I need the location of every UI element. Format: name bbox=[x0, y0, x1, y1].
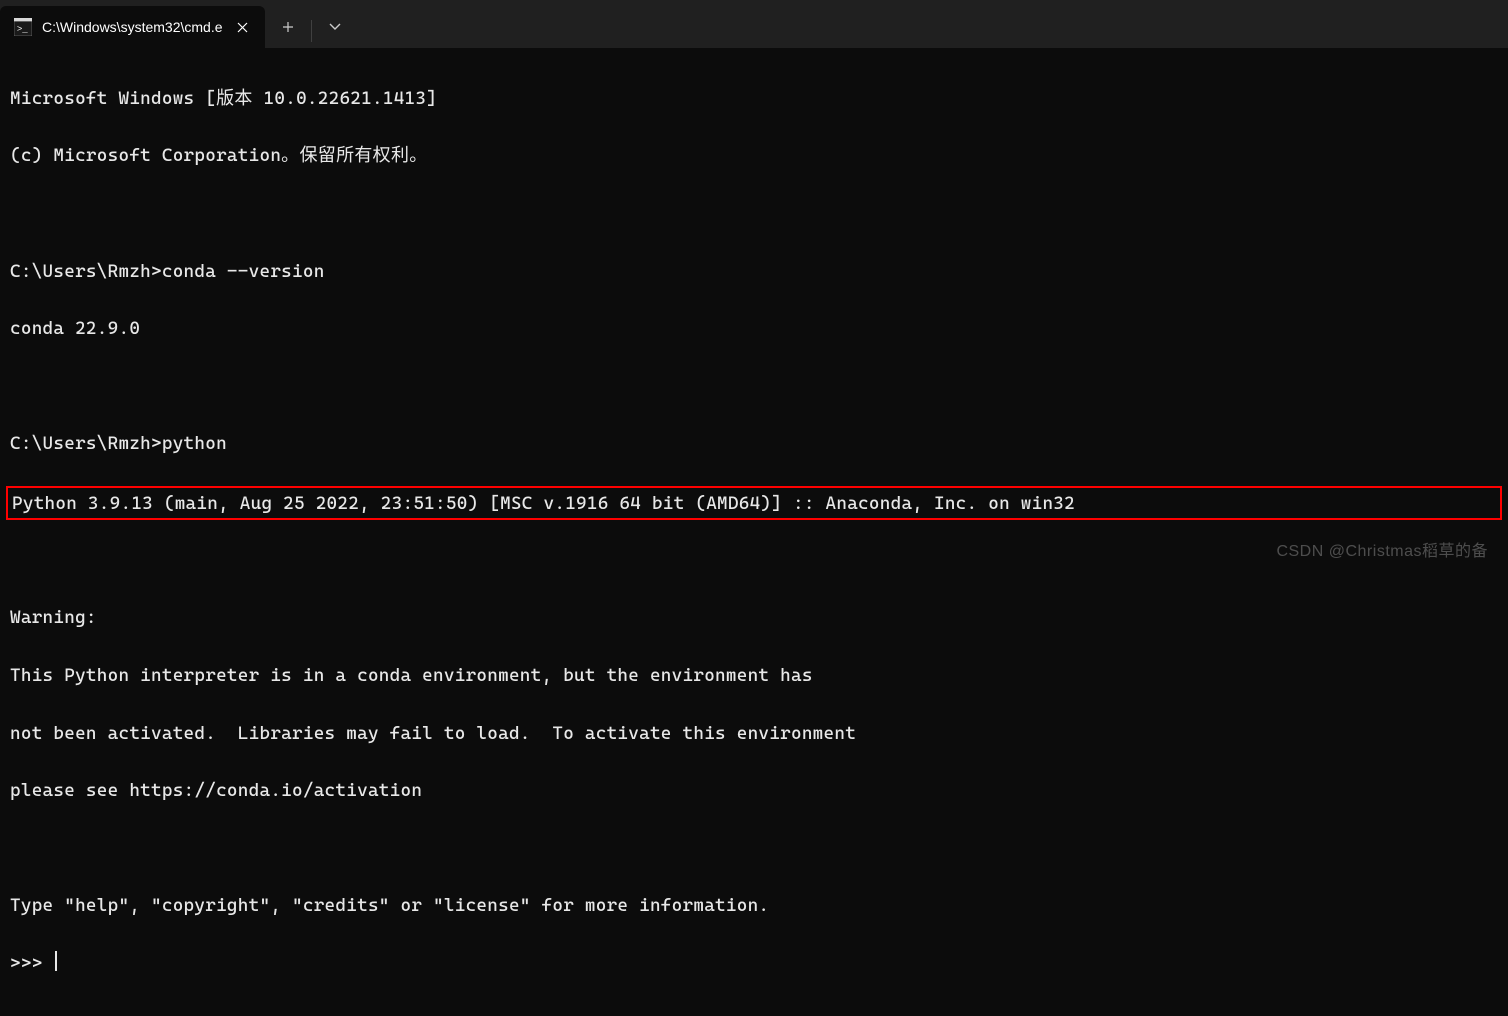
tab-title: C:\Windows\system32\cmd.e bbox=[42, 19, 223, 35]
svg-text:>_: >_ bbox=[17, 25, 28, 35]
output-line bbox=[10, 373, 1498, 402]
output-line: not been activated. Libraries may fail t… bbox=[10, 720, 1498, 749]
terminal-output[interactable]: Microsoft Windows [版本 10.0.22621.1413] (… bbox=[0, 48, 1508, 1016]
output-line bbox=[10, 547, 1498, 576]
python-prompt[interactable]: >>> bbox=[10, 950, 1498, 979]
new-tab-button[interactable] bbox=[265, 6, 311, 48]
output-line bbox=[10, 200, 1498, 229]
tab-close-button[interactable] bbox=[233, 17, 253, 37]
output-line: Type "help", "copyright", "credits" or "… bbox=[10, 892, 1498, 921]
titlebar: >_ C:\Windows\system32\cmd.e bbox=[0, 0, 1508, 48]
output-line: Microsoft Windows [版本 10.0.22621.1413] bbox=[10, 85, 1498, 114]
highlighted-python-version: Python 3.9.13 (main, Aug 25 2022, 23:51:… bbox=[6, 486, 1502, 520]
output-line: please see https://conda.io/activation bbox=[10, 777, 1498, 806]
output-line: This Python interpreter is in a conda en… bbox=[10, 662, 1498, 691]
tab-active[interactable]: >_ C:\Windows\system32\cmd.e bbox=[0, 6, 265, 48]
output-line: Warning: bbox=[10, 604, 1498, 633]
output-line: C:\Users\Rmzh>python bbox=[10, 430, 1498, 459]
cmd-icon: >_ bbox=[14, 18, 32, 36]
watermark-text: CSDN @Christmas稻草的备 bbox=[1276, 537, 1488, 561]
output-line: conda 22.9.0 bbox=[10, 315, 1498, 344]
output-line: C:\Users\Rmzh>conda --version bbox=[10, 258, 1498, 287]
tab-dropdown-button[interactable] bbox=[312, 6, 358, 48]
output-line: (c) Microsoft Corporation。保留所有权利。 bbox=[10, 142, 1498, 171]
output-line bbox=[10, 835, 1498, 864]
